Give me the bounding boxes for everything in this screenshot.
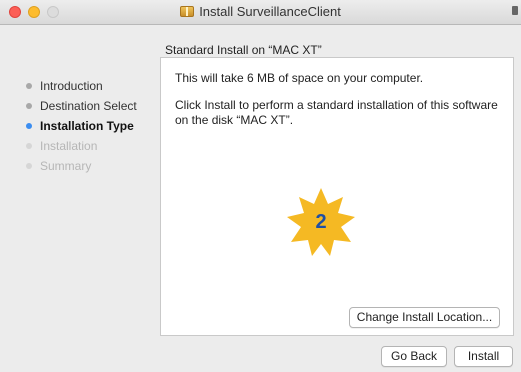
package-icon	[180, 6, 195, 17]
step-dot	[26, 163, 32, 169]
step-label: Installation Type	[40, 119, 134, 133]
install-button[interactable]: Install	[454, 346, 513, 367]
go-back-button[interactable]: Go Back	[381, 346, 447, 367]
install-instructions-text: Click Install to perform a standard inst…	[175, 98, 498, 127]
space-required-text: This will take 6 MB of space on your com…	[175, 71, 424, 85]
step-dot	[26, 143, 32, 149]
panel-heading: Standard Install on “MAC XT”	[165, 43, 322, 57]
step-dot-active	[26, 123, 32, 129]
step-summary: Summary	[26, 157, 137, 177]
step-introduction: Introduction	[26, 77, 137, 97]
step-label: Destination Select	[40, 99, 137, 113]
step-dot	[26, 103, 32, 109]
lock-icon[interactable]	[512, 6, 518, 15]
badge-number: 2	[315, 211, 327, 233]
step-label: Installation	[40, 139, 98, 153]
step-dot	[26, 83, 32, 89]
window-title-container: Install SurveillanceClient	[0, 4, 521, 19]
step-label: Introduction	[40, 79, 103, 93]
window-title: Install SurveillanceClient	[199, 4, 341, 19]
step-installation-type: Installation Type	[26, 117, 137, 137]
title-bar: Install SurveillanceClient	[0, 0, 521, 25]
change-install-location-button[interactable]: Change Install Location...	[349, 307, 500, 328]
step-destination-select: Destination Select	[26, 97, 137, 117]
step-number-badge: 2	[283, 184, 359, 260]
content-panel: This will take 6 MB of space on your com…	[160, 57, 514, 336]
installer-steps: Introduction Destination Select Installa…	[26, 77, 137, 177]
step-installation: Installation	[26, 137, 137, 157]
step-label: Summary	[40, 159, 92, 173]
